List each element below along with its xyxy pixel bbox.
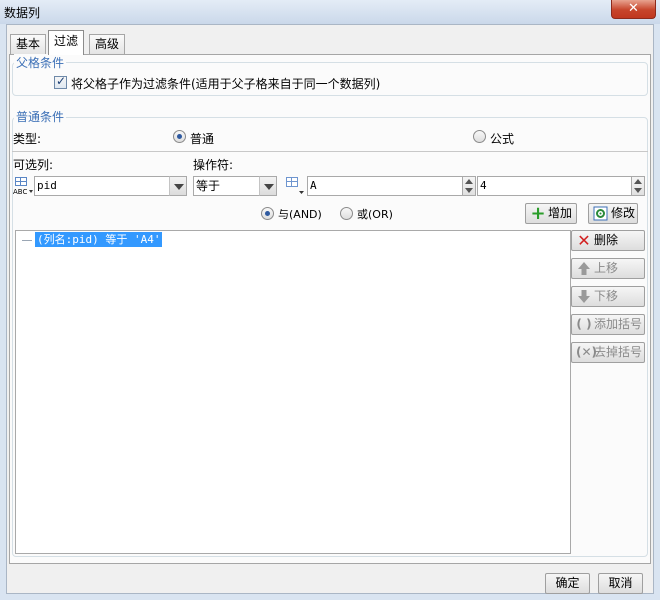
parent-filter-checkbox[interactable]: ✓ [54, 74, 67, 89]
spin-down-icon [465, 188, 473, 193]
type-label: 类型: [13, 132, 42, 146]
radio-selected-dot [265, 211, 270, 216]
remove-parentheses-button[interactable]: (✕) 去掉括号 [571, 342, 645, 363]
logic-or-label: 或(OR) [357, 208, 393, 221]
type-formula-label: 公式 [490, 132, 515, 146]
tab-advanced[interactable]: 高级 [89, 34, 126, 54]
radio-selected-dot [177, 134, 182, 139]
modify-button[interactable]: 修改 [588, 203, 638, 224]
add-button-label: 增加 [548, 206, 573, 220]
delete-button-label: 删除 [594, 233, 619, 247]
svg-text:ABC: ABC [13, 188, 27, 195]
move-down-button-label: 下移 [594, 289, 619, 303]
value-b-text: 4 [480, 179, 487, 192]
condition-item[interactable]: (列名:pid) 等于 'A4' [35, 232, 163, 247]
spin-up-icon [465, 179, 473, 184]
type-formula-radio[interactable] [473, 130, 486, 143]
arrow-down-icon [576, 289, 592, 304]
column-label: 可选列: [13, 158, 54, 172]
remove-parentheses-label: 去掉括号 [594, 345, 643, 359]
logic-or-radio[interactable] [340, 207, 353, 220]
add-button[interactable]: + 增加 [525, 203, 577, 224]
spin-down-icon [634, 188, 642, 193]
remove-parentheses-icon: (✕) [576, 345, 598, 359]
divider [12, 151, 648, 152]
close-icon: ✕ [628, 1, 639, 16]
modify-button-label: 修改 [611, 206, 636, 220]
operator-label: 操作符: [193, 158, 234, 172]
type-normal-label: 普通 [190, 132, 215, 146]
value-a-input[interactable]: A [307, 176, 463, 196]
value-type-grid-icon[interactable] [285, 176, 305, 196]
tab-basic[interactable]: 基本 [10, 34, 47, 54]
value-b-input[interactable]: 4 [477, 176, 632, 196]
delete-x-icon: ✕ [577, 231, 591, 250]
value-a-spinner[interactable] [462, 176, 476, 196]
type-normal-radio[interactable] [173, 130, 186, 143]
add-parentheses-icon: ( ) [576, 317, 592, 331]
logic-and-radio[interactable] [261, 207, 274, 220]
value-a-text: A [310, 179, 317, 192]
title-bar: 数据列 ✕ [0, 0, 660, 24]
operator-select-dropdown[interactable] [259, 176, 277, 196]
operator-select-value: 等于 [196, 179, 221, 193]
move-down-button[interactable]: 下移 [571, 286, 645, 307]
move-up-button[interactable]: 上移 [571, 258, 645, 279]
column-select[interactable]: pid [34, 176, 170, 196]
condition-list[interactable] [15, 230, 571, 554]
tab-filter[interactable]: 过滤 [48, 30, 85, 55]
common-condition-legend: 普通条件 [14, 108, 67, 125]
column-type-abc-icon[interactable]: ABC [13, 177, 33, 196]
spin-up-icon [634, 179, 642, 184]
delete-button[interactable]: ✕ 删除 [571, 230, 645, 251]
close-button[interactable]: ✕ [611, 0, 656, 19]
parent-condition-legend: 父格条件 [14, 54, 67, 71]
cancel-button[interactable]: 取消 [598, 573, 643, 594]
edit-gear-icon [593, 206, 609, 221]
logic-and-label: 与(AND) [278, 208, 322, 221]
window-title: 数据列 [4, 6, 41, 20]
ok-button[interactable]: 确定 [545, 573, 590, 594]
arrow-up-icon [576, 261, 592, 276]
parent-filter-label: 将父格子作为过滤条件(适用于父子格来自于同一个数据列) [71, 77, 381, 91]
column-select-value: pid [37, 179, 57, 192]
value-b-spinner[interactable] [631, 176, 645, 196]
operator-select[interactable]: 等于 [193, 176, 260, 196]
tree-branch-line [22, 240, 32, 241]
checkmark-icon: ✓ [56, 74, 67, 88]
move-up-button-label: 上移 [594, 261, 619, 275]
plus-icon: + [530, 203, 546, 224]
add-parentheses-label: 添加括号 [594, 317, 643, 331]
add-parentheses-button[interactable]: ( ) 添加括号 [571, 314, 645, 335]
column-select-dropdown[interactable] [169, 176, 187, 196]
